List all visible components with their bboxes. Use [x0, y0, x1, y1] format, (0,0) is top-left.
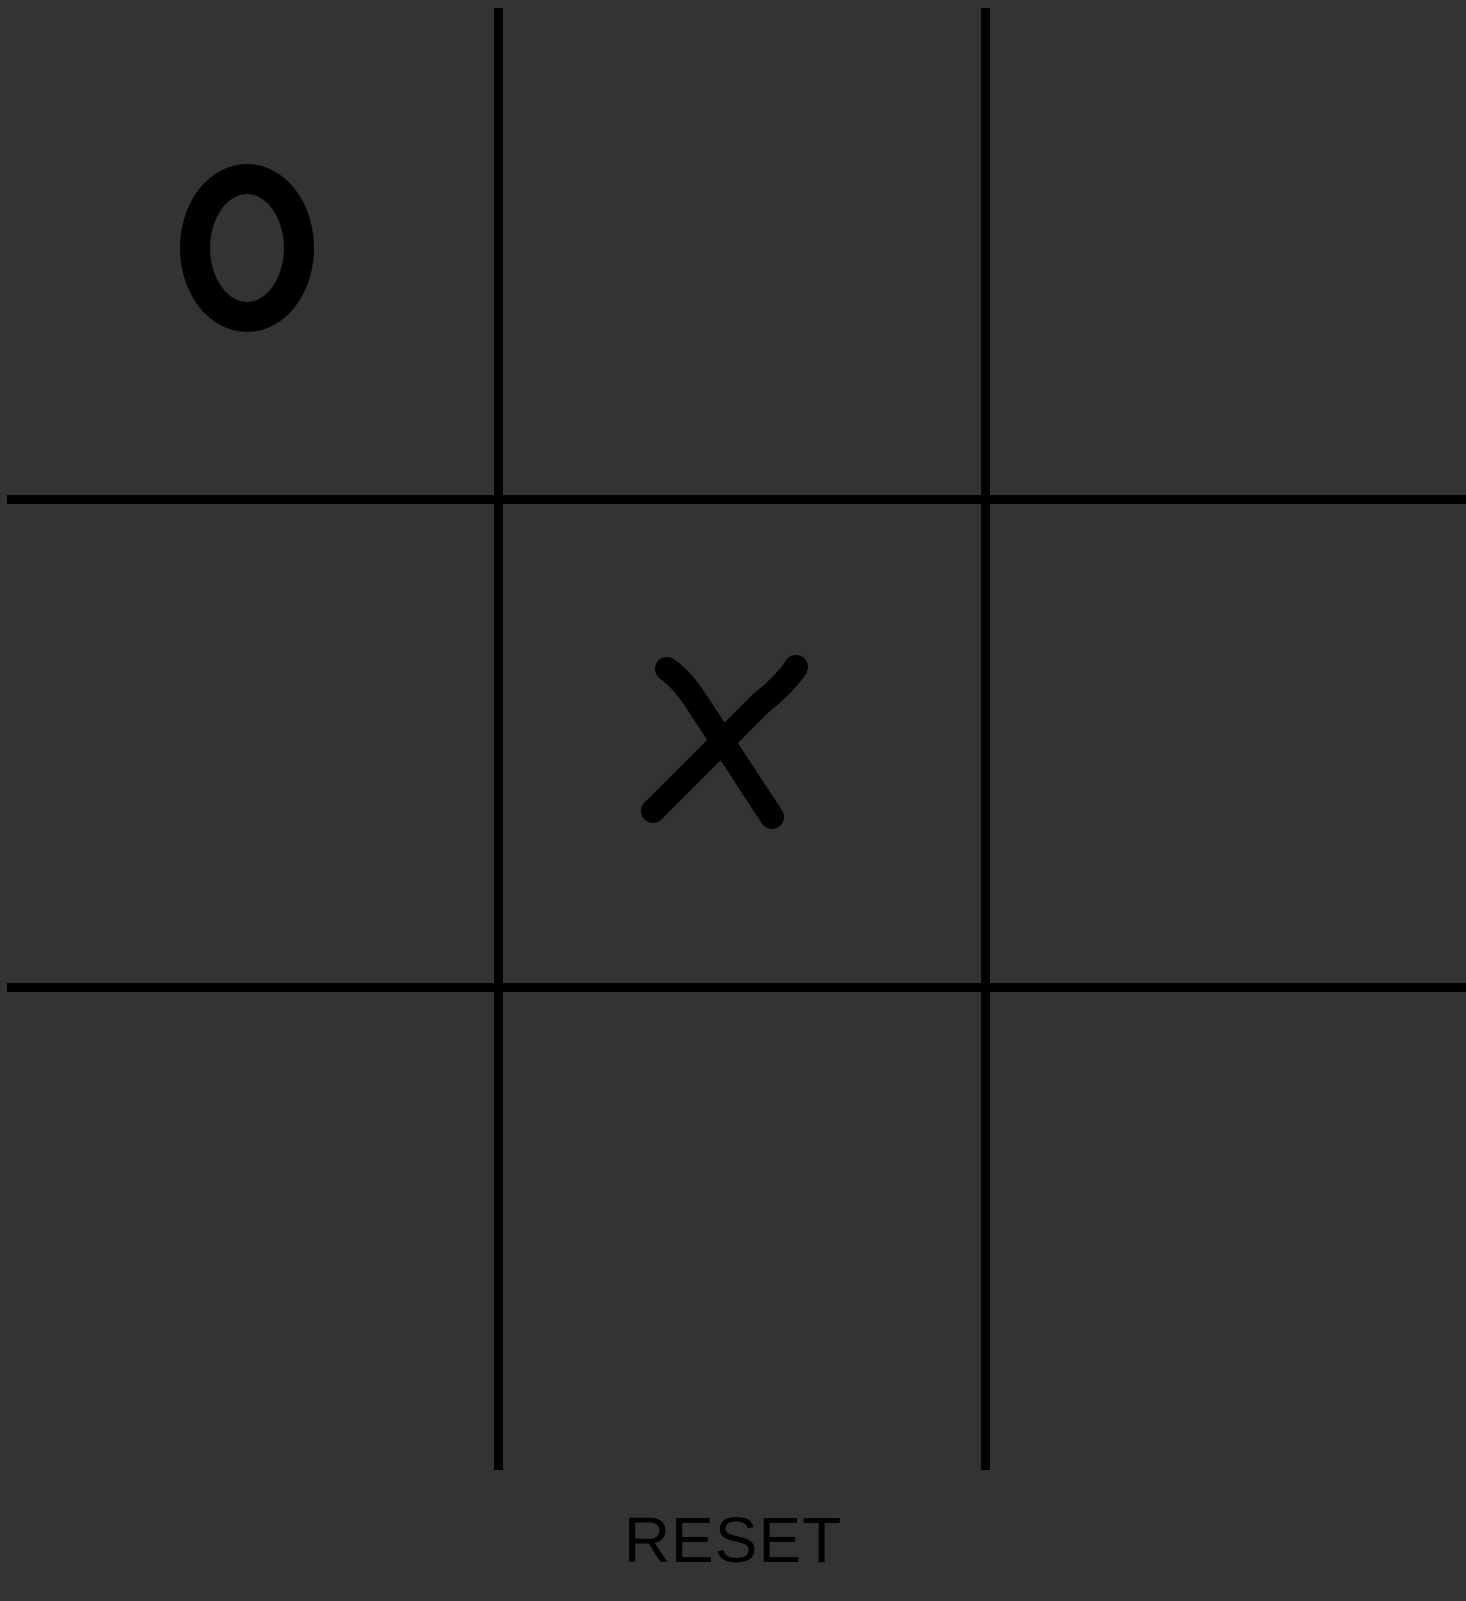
board-cell-6[interactable] — [990, 504, 1466, 983]
o-mark — [157, 153, 337, 343]
grid-line-horizontal-2 — [7, 983, 1466, 992]
x-mark — [640, 649, 820, 839]
grid-line-vertical-1 — [494, 8, 503, 1470]
board-cell-9[interactable] — [990, 992, 1466, 1470]
tic-tac-toe-board — [0, 0, 1466, 1470]
reset-button[interactable]: RESET — [533, 1500, 933, 1580]
grid-line-vertical-2 — [981, 8, 990, 1470]
board-cell-7[interactable] — [0, 992, 494, 1470]
board-cell-8[interactable] — [503, 992, 981, 1470]
board-cell-2[interactable] — [503, 0, 981, 495]
board-cell-3[interactable] — [990, 0, 1466, 495]
game-page: RESET — [0, 0, 1466, 1601]
board-cell-4[interactable] — [0, 504, 494, 983]
board-cell-5[interactable] — [503, 504, 981, 983]
board-cell-1[interactable] — [0, 0, 494, 495]
grid-line-horizontal-1 — [7, 495, 1466, 504]
